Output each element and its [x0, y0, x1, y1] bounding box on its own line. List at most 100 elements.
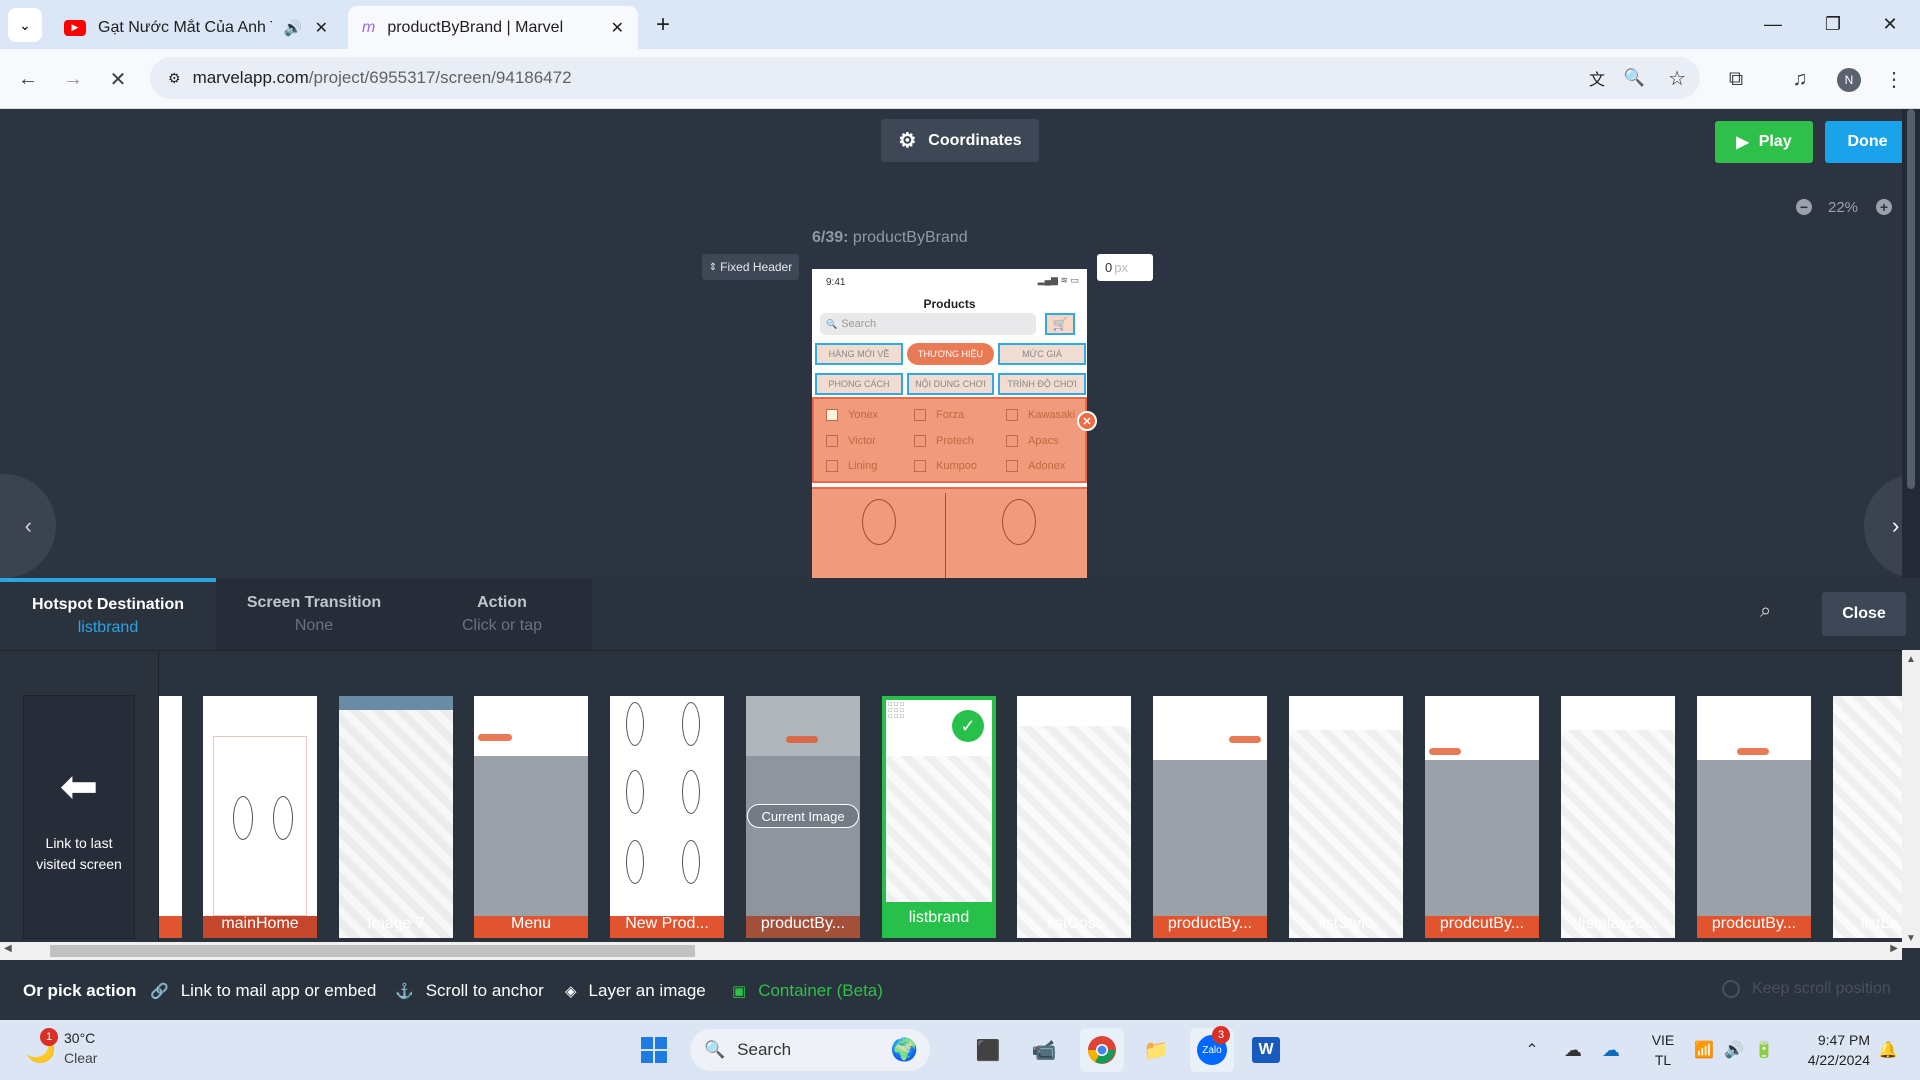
media-control-icon[interactable]: ♫: [1782, 61, 1818, 97]
start-button[interactable]: [636, 1032, 672, 1068]
word-icon[interactable]: W: [1246, 1032, 1286, 1068]
address-bar[interactable]: ⚙ marvelapp.com/project/6955317/screen/9…: [150, 57, 1700, 99]
screen-thumbnail[interactable]: New Prod...: [610, 696, 724, 938]
translate-icon[interactable]: 文: [1589, 66, 1605, 90]
play-label: Play: [1758, 133, 1792, 150]
onedrive-icon[interactable]: ☁: [1596, 1036, 1626, 1064]
teams-meet-icon[interactable]: 📹: [1024, 1032, 1064, 1068]
container-beta-action[interactable]: ▣ Container (Beta): [732, 981, 883, 1001]
new-tab-button[interactable]: +: [648, 10, 678, 40]
search-icon: 🔍: [826, 318, 838, 329]
brand-list-hotspot[interactable]: Yonex Forza Kawasaki Victor Protech Apac…: [812, 397, 1087, 483]
wifi-icon[interactable]: 📶: [1692, 1036, 1716, 1064]
brand-checkbox[interactable]: Apacs: [1006, 435, 1059, 447]
thumbnail-label: listplayco...: [1578, 915, 1658, 932]
px-offset-input[interactable]: 0 px: [1097, 254, 1153, 281]
brand-checkbox[interactable]: Forza: [914, 409, 964, 421]
notification-bell-icon[interactable]: 🔔: [1876, 1036, 1900, 1064]
pill-play-content[interactable]: NỘI DUNG CHƠI: [907, 373, 994, 395]
profile-avatar[interactable]: N: [1837, 68, 1861, 92]
taskbar-search[interactable]: 🔍 Search 🌍: [690, 1029, 930, 1071]
menu-kebab-icon[interactable]: ⋮: [1876, 61, 1912, 97]
link-mail-embed-action[interactable]: 🔗 Link to mail app or embed: [150, 981, 376, 1001]
cart-icon[interactable]: 🛒: [1045, 313, 1075, 335]
screen-thumbnail[interactable]: prodcutBy...: [1697, 696, 1811, 938]
zoom-out-button[interactable]: −: [1796, 199, 1812, 215]
phone-search-bar[interactable]: 🔍 Search: [820, 313, 1036, 335]
speaker-icon[interactable]: 🔊: [284, 19, 303, 37]
site-info-icon[interactable]: ⚙: [168, 70, 181, 87]
close-tab-icon[interactable]: ✕: [315, 18, 328, 38]
bookmark-star-icon[interactable]: ☆: [1668, 66, 1686, 91]
screen-thumbnail[interactable]: listplayco...: [1561, 696, 1675, 938]
close-window-icon[interactable]: ✕: [1862, 0, 1918, 49]
thumbnail-vertical-scrollbar[interactable]: ▲ ▼: [1902, 650, 1920, 948]
brand-checkbox[interactable]: Adonex: [1006, 460, 1065, 472]
minimize-icon[interactable]: —: [1745, 0, 1801, 49]
screen-thumbnail[interactable]: prodcutBy...: [1425, 696, 1539, 938]
tab-youtube[interactable]: ▶ Gạt Nước Mắt Của Anh Th... 🔊 ✕: [50, 6, 342, 49]
pill-style[interactable]: PHONG CÁCH: [815, 373, 903, 395]
tab-search-button[interactable]: ⌄: [8, 8, 42, 42]
action-label: Link to mail app or embed: [180, 981, 377, 1000]
zoom-icon[interactable]: 🔍: [1624, 68, 1645, 88]
layer-image-action[interactable]: ◈ Layer an image: [565, 981, 706, 1001]
pill-new-arrivals[interactable]: HÀNG MỚI VỀ: [815, 343, 903, 365]
pill-brand[interactable]: THƯƠNG HIỆU: [907, 343, 994, 365]
close-tab-icon[interactable]: ✕: [611, 18, 624, 38]
brand-checkbox[interactable]: Protech: [914, 435, 974, 447]
pill-play-level[interactable]: TRÌNH ĐỘ CHƠI: [998, 373, 1086, 395]
screen-thumbnail[interactable]: listStyle: [1289, 696, 1403, 938]
editor-scrollbar[interactable]: [1902, 109, 1920, 578]
keep-scroll-toggle[interactable]: Keep scroll position: [1722, 980, 1891, 998]
screen-thumbnail[interactable]: Menu: [474, 696, 588, 938]
action-label: Scroll to anchor: [425, 981, 544, 1000]
extensions-icon[interactable]: ⧉: [1718, 61, 1754, 97]
language-indicator[interactable]: VIE TL: [1645, 1030, 1681, 1070]
forward-icon[interactable]: →: [55, 61, 91, 97]
brand-checkbox[interactable]: Victor: [826, 435, 876, 447]
screen-thumbnail-current[interactable]: Current Image productBy...: [746, 696, 860, 938]
screen-thumbnail[interactable]: productBy...: [1153, 696, 1267, 938]
coordinates-button[interactable]: ⚙ Coordinates: [881, 119, 1039, 162]
phone-preview[interactable]: 9:41 ▂▄▆ ≋ ▭ Products 🔍 Search 🛒 HÀNG MỚI…: [812, 269, 1087, 578]
clock[interactable]: 9:47 PM 4/22/2024: [1780, 1030, 1870, 1070]
pill-price[interactable]: MỨC GIÁ: [998, 343, 1086, 365]
remove-hotspot-icon[interactable]: ✕: [1077, 411, 1097, 431]
zalo-icon[interactable]: Zalo 3: [1190, 1026, 1234, 1072]
screen-thumbnail[interactable]: listCost: [1017, 696, 1131, 938]
screen-thumbnail-selected[interactable]: ☐ ☐ ☐ ☐ ☐ ☐ ☐ ☐ ☐ ✓ listbrand: [882, 696, 996, 938]
play-button[interactable]: ▶ Play: [1715, 121, 1813, 163]
gear-icon: ⚙: [898, 130, 917, 152]
screen-thumbnail-partial[interactable]: [159, 696, 182, 938]
zoom-in-button[interactable]: +: [1876, 199, 1892, 215]
screen-thumbnail[interactable]: Image 7: [339, 696, 453, 938]
screen-thumbnail[interactable]: listLe: [1833, 696, 1902, 938]
cloud-icon[interactable]: ☁: [1558, 1036, 1588, 1064]
task-view-icon[interactable]: ⬛: [968, 1032, 1008, 1068]
chrome-icon[interactable]: [1080, 1028, 1124, 1072]
stop-loading-icon[interactable]: ✕: [100, 61, 136, 97]
volume-icon[interactable]: 🔊: [1722, 1036, 1746, 1064]
weather-widget[interactable]: 🌙 1 30°C Clear: [22, 1028, 142, 1072]
fixed-header-toggle[interactable]: ⇕ Fixed Header: [702, 254, 799, 280]
link-last-visited-button[interactable]: ⬅ Link to last visited screen: [23, 695, 135, 939]
file-explorer-icon[interactable]: 📁: [1136, 1032, 1176, 1068]
done-button[interactable]: Done: [1825, 121, 1910, 163]
scroll-anchor-action[interactable]: ⚓ Scroll to anchor: [395, 981, 544, 1001]
back-icon[interactable]: ←: [10, 61, 46, 97]
screen-thumbnail[interactable]: mainHome: [203, 696, 317, 938]
youtube-icon: ▶: [64, 19, 86, 36]
brand-checkbox[interactable]: Lining: [826, 460, 877, 472]
url-path: /project/6955317/screen/94186472: [308, 68, 572, 87]
thumbnail-label: productBy...: [760, 915, 846, 932]
battery-icon[interactable]: 🔋: [1752, 1036, 1776, 1064]
brand-checkbox[interactable]: Kumpoo: [914, 460, 977, 472]
restore-icon[interactable]: ❐: [1805, 0, 1861, 49]
thumbnail-horizontal-scrollbar[interactable]: ◀ ▶: [0, 942, 1902, 960]
prev-screen-arrow[interactable]: ‹: [0, 474, 56, 578]
brand-checkbox[interactable]: Yonex: [826, 409, 878, 421]
tab-marvel[interactable]: m productByBrand | Marvel ✕: [348, 6, 638, 49]
show-hidden-icons[interactable]: ⌃: [1520, 1036, 1544, 1064]
brand-checkbox[interactable]: Kawasaki: [1006, 409, 1075, 421]
